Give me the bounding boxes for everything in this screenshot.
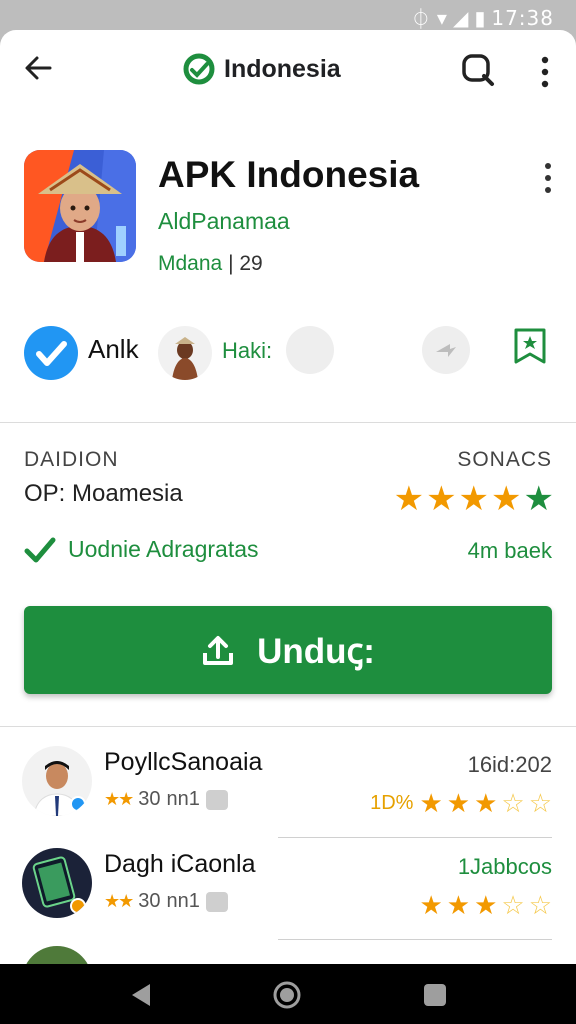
- reviewer-name: PoyllcSanoaia: [104, 748, 263, 776]
- star-icon: ★: [419, 890, 443, 920]
- system-nav-bar: [0, 964, 576, 1024]
- signal-icon: ◢: [452, 5, 469, 30]
- star-icon: ★: [393, 480, 425, 518]
- star-icon: ★: [474, 890, 498, 920]
- upload-icon: [203, 636, 234, 665]
- star-icon: ★: [419, 788, 443, 818]
- star-empty-icon: ☆: [528, 788, 552, 818]
- search-icon[interactable]: [460, 52, 496, 88]
- user-icon: [205, 891, 228, 912]
- verified-badge[interactable]: [24, 326, 78, 380]
- review-date: 1Jabbcos: [457, 854, 552, 879]
- app-bar: Indonesia: [0, 30, 576, 114]
- meta-separator: |: [228, 252, 234, 275]
- review-percent: 1D%: [370, 791, 414, 814]
- reviewer-avatar: [22, 746, 92, 816]
- rating-stars: ★ ★ ★ ★ ★: [394, 482, 554, 516]
- divider: [278, 837, 552, 838]
- verify-label: Uodnie Adragratas: [68, 536, 259, 562]
- meta-label: Mdana: [158, 252, 223, 275]
- review-mini-rating: 30: [138, 890, 161, 912]
- size-label: 4m baek: [467, 538, 552, 563]
- user-label: Haki:: [222, 338, 273, 363]
- status-time: 17:38: [491, 5, 554, 30]
- meta-value: 29: [239, 252, 263, 275]
- info-section: DAIDION OP: Moamesia SONACS ★ ★ ★ ★ ★ Uo…: [0, 446, 576, 576]
- placeholder-circle[interactable]: [286, 326, 334, 374]
- info-heading-left: DAIDION: [24, 448, 119, 471]
- back-nav-icon[interactable]: [126, 980, 156, 1010]
- info-heading-right: SONACS: [457, 448, 552, 471]
- status-bar: ⏀ ▾ ◢ ▮ 17:38: [0, 0, 576, 32]
- app-title: APK Indonesia: [158, 154, 420, 195]
- checkmark-icon: [36, 341, 67, 366]
- review-mini-rating: 30: [138, 788, 161, 810]
- logo-icon: [183, 53, 215, 85]
- app-screen: Indonesia APK Indonesia AldPanamaa Mdana…: [0, 30, 576, 964]
- star-icon: ★: [474, 788, 498, 818]
- more-vert-icon[interactable]: [530, 54, 560, 90]
- mini-stars-icon: ★★: [104, 789, 134, 809]
- avatar[interactable]: [158, 326, 212, 380]
- star-icon: ★: [458, 480, 490, 518]
- review-item[interactable]: PoyllcSanoaia ★★ 30 nn1 16id:202 1D% ★ ★…: [0, 746, 576, 844]
- share-button[interactable]: [422, 326, 470, 374]
- review-count: nn1: [166, 788, 200, 810]
- mini-stars-icon: ★★: [104, 891, 134, 911]
- divider: [0, 726, 576, 727]
- bookmark-icon[interactable]: [510, 326, 550, 366]
- star-empty-icon: ☆: [528, 890, 552, 920]
- download-button[interactable]: Unduꞔ:: [24, 606, 552, 694]
- user-avatar-icon: [172, 337, 198, 380]
- app-bar-title: Indonesia: [224, 54, 341, 83]
- star-icon: ★: [446, 788, 471, 818]
- wifi-icon: ▾: [436, 5, 447, 30]
- app-bar-brand: Indonesia: [182, 52, 341, 86]
- share-icon: [436, 344, 456, 357]
- home-nav-icon[interactable]: [272, 980, 302, 1010]
- review-meta: ★★ 30 nn1: [104, 890, 228, 913]
- app-header: APK Indonesia AldPanamaa Mdana | 29: [0, 148, 576, 298]
- review-item[interactable]: Dagh iCaonla ★★ 30 nn1 1Jabbcos ★ ★ ★ ☆ …: [0, 848, 576, 946]
- alarm-icon: ⏀: [410, 7, 431, 31]
- star-icon: ★: [426, 480, 457, 518]
- developer-link[interactable]: AldPanamaa: [158, 208, 290, 235]
- battery-icon: ▮: [474, 5, 486, 30]
- app-meta: Mdana | 29: [158, 252, 263, 276]
- star-empty-icon: ☆: [501, 788, 525, 818]
- review-rating: 1D% ★ ★ ★ ☆ ☆: [370, 790, 552, 816]
- review-count: nn1: [166, 890, 200, 912]
- more-vert-icon[interactable]: [536, 160, 560, 200]
- verified-label: Anlk: [88, 334, 139, 364]
- checkmark-icon: [24, 537, 56, 563]
- download-label: Unduꞔ:: [257, 631, 375, 671]
- user-icon: [205, 789, 228, 810]
- recents-nav-icon[interactable]: [420, 980, 450, 1010]
- badge-row: Anlk Haki:: [0, 322, 576, 386]
- reviewer-avatar: [22, 848, 92, 918]
- star-icon: ★: [523, 480, 554, 518]
- star-icon: ★: [491, 480, 522, 518]
- reviewer-name: Dagh iCaonla: [104, 850, 256, 878]
- review-date: 16id:202: [467, 752, 552, 777]
- app-icon: [24, 150, 136, 262]
- back-arrow-icon[interactable]: [22, 52, 54, 84]
- reviewer-avatar: [22, 946, 92, 964]
- star-icon: ★: [446, 890, 471, 920]
- divider: [0, 422, 576, 423]
- status-icons: ⏀ ▾ ◢ ▮ 17:38: [411, 3, 554, 32]
- divider: [278, 939, 552, 940]
- info-value-left: OP: Moamesia: [24, 480, 183, 507]
- review-rating: ★ ★ ★ ☆ ☆: [419, 892, 552, 918]
- review-item[interactable]: [0, 946, 576, 964]
- review-meta: ★★ 30 nn1: [104, 788, 228, 811]
- star-empty-icon: ☆: [501, 890, 525, 920]
